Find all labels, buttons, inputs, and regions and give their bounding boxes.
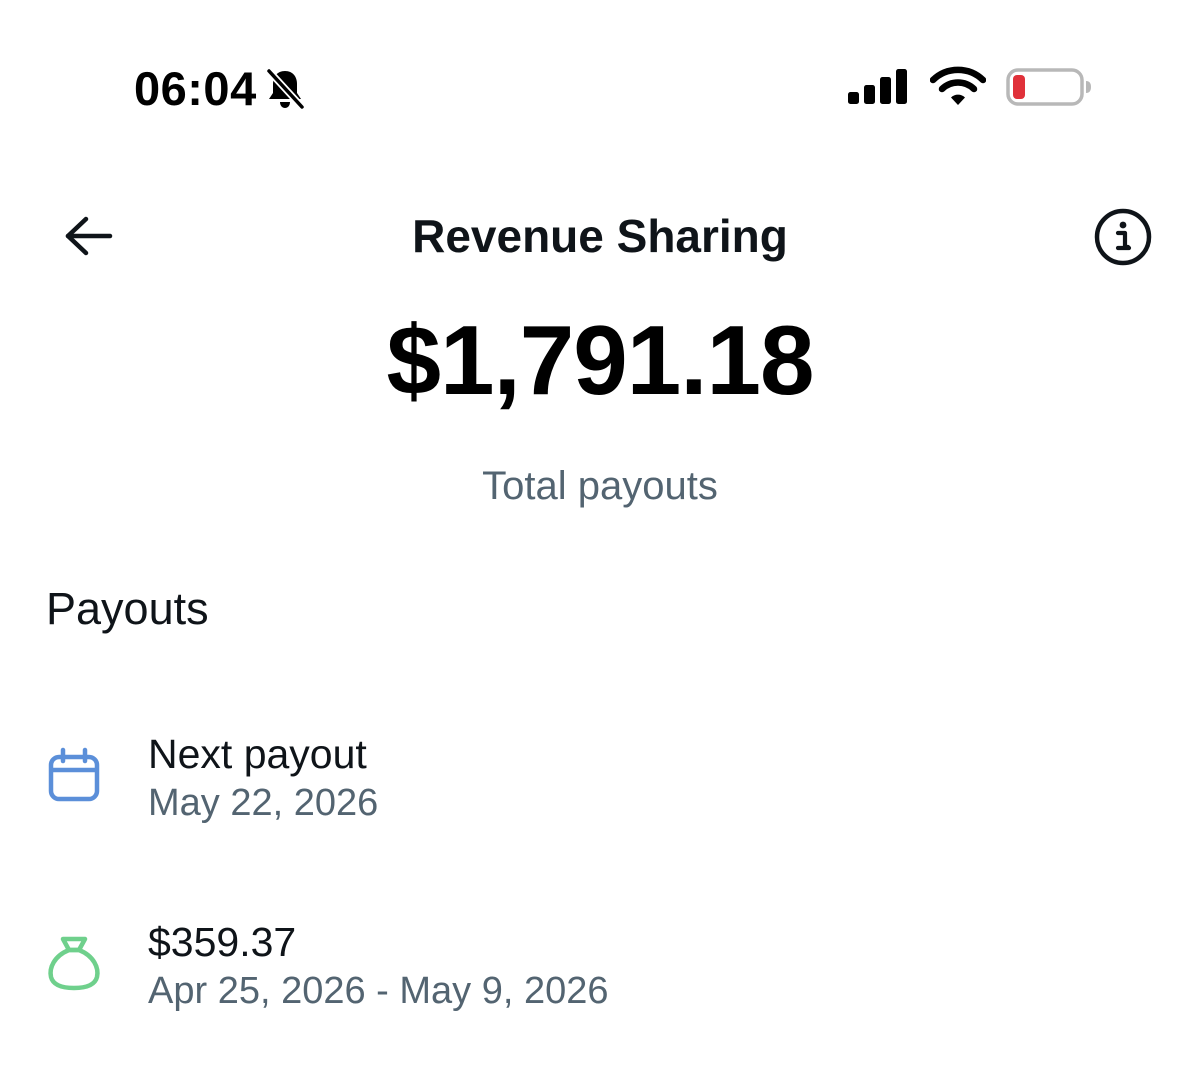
payout-amount: $359.37 xyxy=(148,919,297,965)
status-indicators xyxy=(848,66,1092,108)
payouts-heading: Payouts xyxy=(46,583,209,634)
page-title: Revenue Sharing xyxy=(412,210,788,262)
battery-icon xyxy=(1006,68,1091,106)
info-circle-icon xyxy=(1094,208,1152,266)
bell-slash-icon xyxy=(265,67,305,111)
arrow-left-icon xyxy=(65,216,113,256)
total-payout-label: Total payouts xyxy=(482,464,718,508)
status-bar: 06:04 xyxy=(0,0,1200,180)
payout-date: May 22, 2026 xyxy=(148,782,379,824)
payout-history-row[interactable]: $359.37 Apr 25, 2026 - May 9, 2026 xyxy=(0,910,1200,1030)
cellular-signal-icon xyxy=(848,69,907,104)
wifi-icon xyxy=(930,66,986,105)
money-bag-icon xyxy=(46,934,102,992)
calendar-icon xyxy=(46,746,102,804)
next-payout-row[interactable]: Next payout May 22, 2026 xyxy=(0,722,1200,842)
status-time: 06:04 xyxy=(134,62,257,115)
payout-period: Apr 25, 2026 - May 9, 2026 xyxy=(148,970,609,1012)
total-payout-amount: $1,791.18 xyxy=(386,305,815,415)
back-button[interactable] xyxy=(56,208,120,264)
info-button[interactable] xyxy=(1092,206,1154,268)
payout-title: Next payout xyxy=(148,731,367,777)
status-time-group: 06:04 xyxy=(134,62,305,116)
